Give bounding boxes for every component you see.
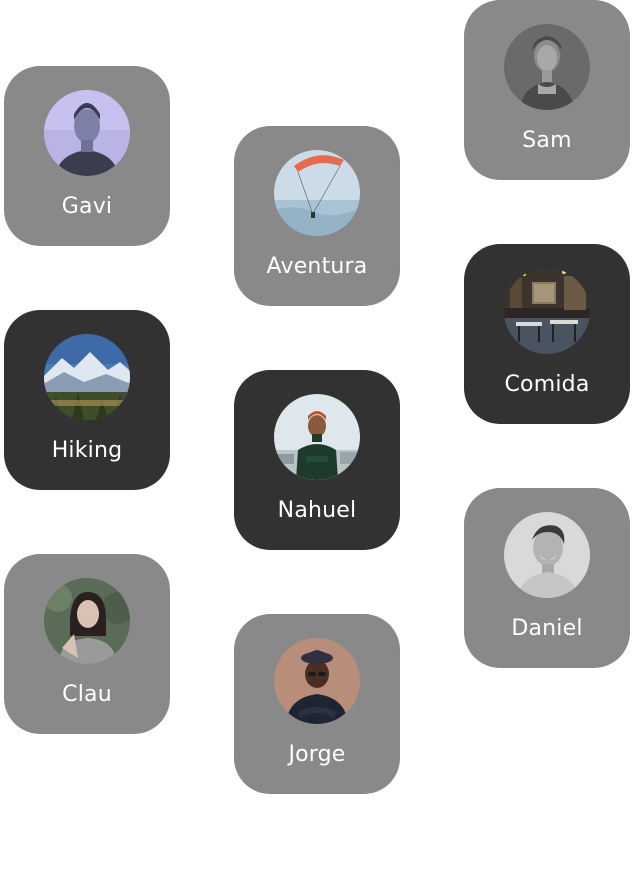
hiking-label: Hiking (51, 438, 123, 463)
nahuel-avatar (274, 394, 360, 480)
person-portrait-icon (504, 512, 590, 598)
profile-tile-gavi[interactable]: Gavi (4, 66, 170, 246)
profile-tile-sam[interactable]: Sam (464, 0, 630, 180)
person-portrait-icon (44, 90, 130, 176)
aventura-avatar (274, 150, 360, 236)
daniel-avatar (504, 512, 590, 598)
mountain-landscape-icon (44, 334, 130, 420)
person-portrait-icon (504, 24, 590, 110)
sam-label: Sam (522, 128, 572, 153)
hiking-avatar (44, 334, 130, 420)
topic-tile-hiking[interactable]: Hiking (4, 310, 170, 490)
gavi-label: Gavi (61, 194, 113, 219)
profile-tile-clau[interactable]: Clau (4, 554, 170, 734)
profile-tile-nahuel[interactable]: Nahuel (234, 370, 400, 550)
aventura-label: Aventura (266, 254, 368, 279)
clau-avatar (44, 578, 130, 664)
person-portrait-icon (274, 394, 360, 480)
nahuel-label: Nahuel (277, 498, 357, 523)
person-portrait-icon (44, 578, 130, 664)
daniel-label: Daniel (511, 616, 583, 641)
paraglider-icon (274, 150, 360, 236)
jorge-label: Jorge (288, 742, 346, 767)
topic-tile-aventura[interactable]: Aventura (234, 126, 400, 306)
gavi-avatar (44, 90, 130, 176)
clau-label: Clau (62, 682, 112, 707)
topic-tile-comida[interactable]: Comida (464, 244, 630, 424)
restaurant-interior-icon (504, 268, 590, 354)
comida-label: Comida (504, 372, 590, 397)
person-portrait-icon (274, 638, 360, 724)
jorge-avatar (274, 638, 360, 724)
profile-tile-daniel[interactable]: Daniel (464, 488, 630, 668)
sam-avatar (504, 24, 590, 110)
profile-tile-jorge[interactable]: Jorge (234, 614, 400, 794)
comida-avatar (504, 268, 590, 354)
